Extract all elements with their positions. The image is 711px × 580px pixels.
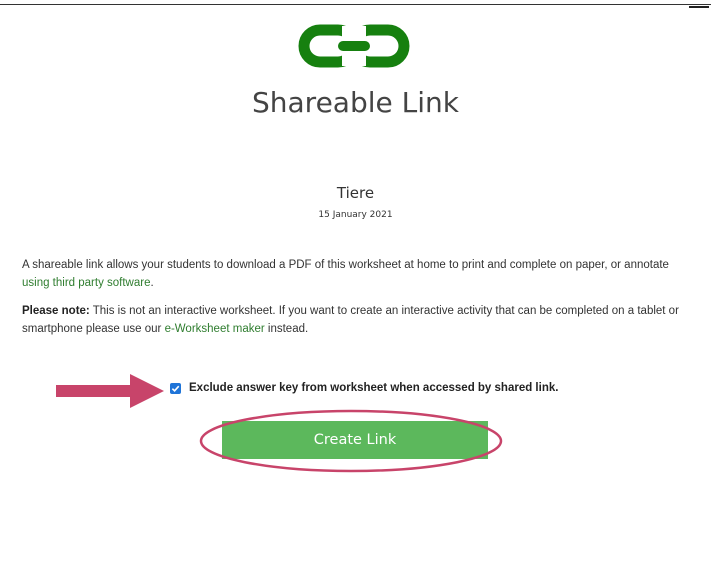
exclude-answer-key-label[interactable]: Exclude answer key from worksheet when a…	[189, 382, 558, 394]
exclude-answer-key-option: Exclude answer key from worksheet when a…	[170, 382, 558, 394]
description-text: A shareable link allows your students to…	[22, 259, 669, 271]
chain-link-icon	[298, 24, 410, 68]
exclude-answer-key-checkbox[interactable]	[170, 382, 181, 394]
note-label: Please note:	[22, 305, 90, 317]
description-paragraph: A shareable link allows your students to…	[22, 256, 692, 292]
page-title: Shareable Link	[252, 86, 459, 119]
create-link-button[interactable]: Create Link	[222, 421, 488, 459]
note-end: instead.	[264, 323, 309, 335]
checkmark-icon	[171, 385, 180, 392]
e-worksheet-maker-link[interactable]: e-Worksheet maker	[165, 323, 265, 335]
top-divider-accent	[689, 6, 709, 8]
description-end: .	[150, 277, 154, 289]
pointer-arrow-icon	[56, 374, 164, 408]
worksheet-title: Tiere	[336, 184, 375, 202]
note-paragraph: Please note: This is not an interactive …	[22, 302, 692, 338]
note-text: This is not an interactive worksheet. If…	[22, 305, 679, 335]
worksheet-date: 15 January 2021	[318, 210, 393, 220]
top-divider	[0, 4, 711, 5]
third-party-software-link[interactable]: using third party software	[22, 277, 150, 289]
